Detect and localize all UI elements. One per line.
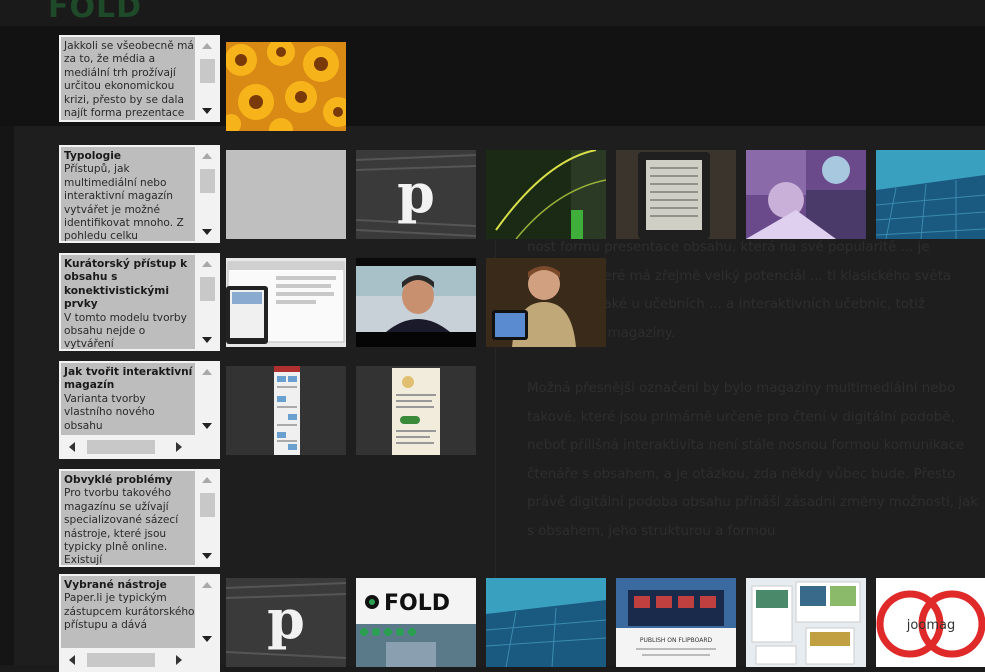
thumbnail-devices[interactable]: [226, 258, 346, 347]
section-card-typologie[interactable]: Typologie Přístupů, jak multimediální ne…: [59, 145, 220, 243]
scroll-right-arrow-icon[interactable]: [176, 655, 182, 665]
thumbnail-speaker[interactable]: [356, 258, 476, 347]
thumbnail-blue-grid-2[interactable]: [486, 578, 606, 667]
section-card-jak-tvorit[interactable]: Jak tvořit interaktivní magazín Varianta…: [59, 361, 220, 459]
thumbnail-long-page-1[interactable]: [226, 366, 346, 455]
section-card-text: Obvyklé problémy Pro tvorbu takového mag…: [61, 471, 195, 565]
long-webpage-image: [356, 366, 476, 455]
section-card-intro[interactable]: Jakkoli se všeobecně má za to, že média …: [59, 35, 220, 122]
paperli-letter: p: [397, 161, 435, 225]
section-card-body: Přístupů, jak multimediální nebo interak…: [64, 163, 184, 241]
section-card-body: Varianta tvorby vlastního nového obsahu: [64, 392, 155, 432]
thumbnail-paperli-tool[interactable]: p: [226, 578, 346, 667]
thumbnail-ereader[interactable]: [616, 150, 736, 239]
joomag-logo-image: joomag: [876, 578, 985, 667]
section-card-body: Pro tvorbu takového magazínu se užívají …: [64, 487, 179, 565]
scrollbar-thumb[interactable]: [200, 59, 215, 83]
thumbnail-paperli[interactable]: p: [356, 150, 476, 239]
article-paragraph: Možná přesnější označení by bylo magazín…: [527, 381, 978, 539]
fold-logo-text: FOLD: [384, 591, 450, 616]
devices-mockup-image: [226, 258, 346, 347]
flipboard-site-image: PUBLISH ON FLIPBOARD: [616, 578, 736, 667]
vertical-scrollbar[interactable]: [197, 37, 218, 120]
vertical-scrollbar[interactable]: [197, 255, 218, 349]
scrollbar-thumb[interactable]: [200, 169, 215, 193]
thumbnail-placeholder[interactable]: [226, 150, 346, 239]
scroll-down-arrow-icon[interactable]: [202, 337, 212, 343]
magazine-pages-image: [746, 578, 866, 667]
boy-with-tablet-image: [486, 258, 606, 347]
section-card-text: Typologie Přístupů, jak multimediální ne…: [61, 147, 195, 241]
background-header: [0, 0, 985, 26]
section-card-kuratorsky-pristup[interactable]: Kurátorský přístup k obsahu s konektivis…: [59, 253, 220, 351]
scroll-left-arrow-icon[interactable]: [69, 442, 75, 452]
thumbnail-blue-grid[interactable]: [876, 150, 985, 239]
scroll-up-arrow-icon[interactable]: [202, 153, 212, 159]
scroll-up-arrow-icon[interactable]: [202, 43, 212, 49]
scrollbar-thumb[interactable]: [200, 277, 215, 301]
scroll-down-arrow-icon[interactable]: [202, 636, 212, 642]
blue-grid-image: [876, 150, 985, 239]
section-card-vybrane-nastroje[interactable]: Vybrané nástroje Paper.li je typickým zá…: [59, 574, 220, 672]
thumbnail-collage[interactable]: [746, 150, 866, 239]
scroll-down-arrow-icon[interactable]: [202, 423, 212, 429]
horizontal-scrollbar[interactable]: [61, 650, 218, 670]
scroll-up-arrow-icon[interactable]: [202, 369, 212, 375]
thumbnail-light-streak[interactable]: [486, 150, 606, 239]
vertical-scrollbar[interactable]: [197, 576, 218, 648]
section-card-text: Vybrané nástroje Paper.li je typickým zá…: [61, 576, 195, 648]
scrollbar-thumb[interactable]: [200, 493, 215, 517]
section-card-title: Jak tvořit interaktivní magazín: [64, 366, 193, 392]
sunflowers-image: [226, 42, 346, 131]
horizontal-scrollbar[interactable]: [61, 437, 218, 457]
section-card-title: Typologie: [64, 150, 122, 162]
background-logo: FOLD: [48, 0, 143, 25]
section-card-text: Jak tvořit interaktivní magazín Varianta…: [61, 363, 195, 435]
section-card-title: Vybrané nástroje: [64, 579, 167, 591]
vertical-scrollbar[interactable]: [197, 147, 218, 241]
thumbnail-flipboard[interactable]: PUBLISH ON FLIPBOARD: [616, 578, 736, 667]
scroll-up-arrow-icon[interactable]: [202, 582, 212, 588]
section-card-text: Jakkoli se všeobecně má za to, že média …: [61, 37, 195, 120]
paperli-logo-image: p: [356, 150, 476, 239]
scroll-down-arrow-icon[interactable]: [202, 553, 212, 559]
speaker-photo-image: [356, 258, 476, 347]
section-card-body: Paper.li je typickým zástupcem kurátorsk…: [64, 592, 195, 632]
thumbnail-joomag[interactable]: joomag: [876, 578, 985, 667]
scroll-up-arrow-icon[interactable]: [202, 261, 212, 267]
thumbnail-long-page-2[interactable]: [356, 366, 476, 455]
fold-logo-image: FOLD: [356, 578, 476, 667]
section-card-obvykle-problemy[interactable]: Obvyklé problémy Pro tvorbu takového mag…: [59, 469, 220, 567]
section-card-body: V tomto modelu tvorby obsahu nejde o vyt…: [64, 311, 187, 349]
paperli-logo-image: p: [226, 578, 346, 667]
thumbnail-fold-tool[interactable]: FOLD: [356, 578, 476, 667]
scroll-right-arrow-icon[interactable]: [176, 442, 182, 452]
background-sidebar: [0, 126, 14, 665]
section-card-body: Jakkoli se všeobecně má za to, že média …: [64, 40, 194, 120]
scrollbar-thumb[interactable]: [87, 440, 155, 454]
joomag-logo-text: joomag: [906, 618, 955, 633]
blue-grid-image: [486, 578, 606, 667]
abstract-light-image: [486, 150, 606, 239]
section-card-text: Kurátorský přístup k obsahu s konektivis…: [61, 255, 195, 349]
long-webpage-image: [226, 366, 346, 455]
vertical-scrollbar[interactable]: [197, 471, 218, 565]
paperli-letter: p: [267, 587, 305, 651]
scroll-up-arrow-icon[interactable]: [202, 477, 212, 483]
section-card-title: Kurátorský přístup k obsahu s konektivis…: [64, 258, 188, 311]
section-card-title: Obvyklé problémy: [64, 474, 173, 486]
vertical-scrollbar[interactable]: [197, 363, 218, 435]
scroll-left-arrow-icon[interactable]: [69, 655, 75, 665]
ereader-image: [616, 150, 736, 239]
scroll-down-arrow-icon[interactable]: [202, 108, 212, 114]
scroll-down-arrow-icon[interactable]: [202, 229, 212, 235]
collage-image: [746, 150, 866, 239]
thumbnail-boy-with-tablet[interactable]: [486, 258, 606, 347]
thumbnail-sunflowers[interactable]: [226, 42, 346, 131]
flipboard-caption: PUBLISH ON FLIPBOARD: [640, 637, 713, 644]
thumbnail-magazine-pages[interactable]: [746, 578, 866, 667]
